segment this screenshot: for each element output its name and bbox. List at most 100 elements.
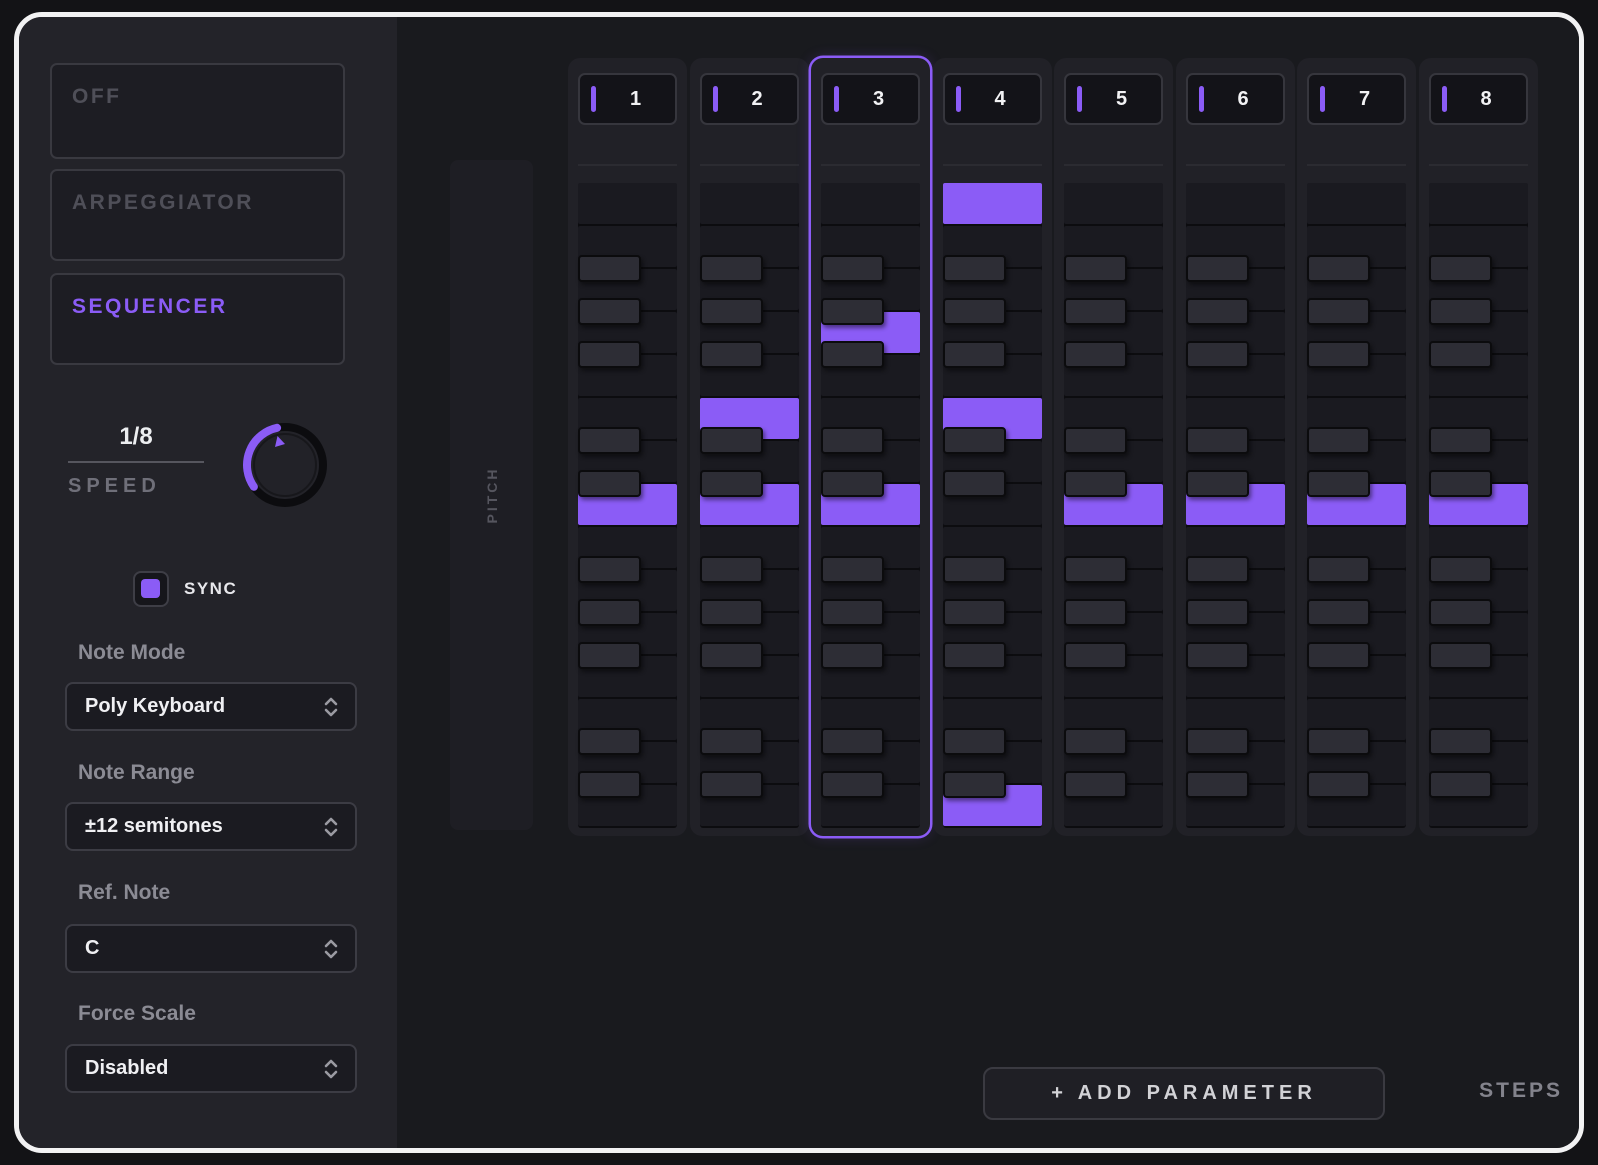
black-key-Fsharp-4[interactable]: [1064, 341, 1127, 368]
mode-button-sequencer[interactable]: SEQUENCER: [50, 273, 345, 365]
white-key-C-1[interactable]: [1064, 183, 1163, 224]
black-key-Asharp-2[interactable]: [700, 255, 763, 282]
step-header-button-3[interactable]: 3: [821, 73, 920, 125]
black-key-Asharp-9[interactable]: [1429, 556, 1492, 583]
black-key-Asharp-2[interactable]: [943, 255, 1006, 282]
steps-decrement-button[interactable]: [1581, 1067, 1584, 1116]
black-key-Dsharp-6[interactable]: [1064, 427, 1127, 454]
black-key-Gsharp-10[interactable]: [821, 599, 884, 626]
white-key-C-1[interactable]: [1429, 183, 1528, 224]
black-key-Csharp-7[interactable]: [821, 470, 884, 497]
black-key-Asharp-9[interactable]: [1186, 556, 1249, 583]
black-key-Asharp-9[interactable]: [1307, 556, 1370, 583]
add-parameter-button[interactable]: + ADD PARAMETER: [983, 1067, 1385, 1120]
black-key-Gsharp-10[interactable]: [1307, 599, 1370, 626]
black-key-Asharp-2[interactable]: [1429, 255, 1492, 282]
black-key-Asharp-2[interactable]: [1307, 255, 1370, 282]
step-header-button-2[interactable]: 2: [700, 73, 799, 125]
black-key-Csharp-14[interactable]: [1186, 771, 1249, 798]
black-key-Fsharp-4[interactable]: [943, 341, 1006, 368]
black-key-Fsharp-11[interactable]: [1429, 642, 1492, 669]
black-key-Gsharp-10[interactable]: [943, 599, 1006, 626]
black-key-Csharp-7[interactable]: [1186, 470, 1249, 497]
black-key-Dsharp-13[interactable]: [1307, 728, 1370, 755]
black-key-Csharp-14[interactable]: [1064, 771, 1127, 798]
black-key-Dsharp-13[interactable]: [700, 728, 763, 755]
black-key-Asharp-9[interactable]: [943, 556, 1006, 583]
black-key-Gsharp-10[interactable]: [1429, 599, 1492, 626]
black-key-Gsharp-3[interactable]: [578, 298, 641, 325]
black-key-Fsharp-11[interactable]: [821, 642, 884, 669]
step-header-button-4[interactable]: 4: [943, 73, 1042, 125]
black-key-Fsharp-11[interactable]: [943, 642, 1006, 669]
white-key-C-1[interactable]: [700, 183, 799, 224]
black-key-Asharp-2[interactable]: [1064, 255, 1127, 282]
black-key-Asharp-2[interactable]: [821, 255, 884, 282]
speed-knob[interactable]: [235, 415, 335, 515]
black-key-Csharp-7[interactable]: [1064, 470, 1127, 497]
black-key-Fsharp-4[interactable]: [1307, 341, 1370, 368]
black-key-Gsharp-10[interactable]: [1186, 599, 1249, 626]
black-key-Csharp-7[interactable]: [1429, 470, 1492, 497]
black-key-Dsharp-6[interactable]: [1186, 427, 1249, 454]
black-key-Gsharp-10[interactable]: [700, 599, 763, 626]
white-key-C-1[interactable]: [1307, 183, 1406, 224]
note-mode-dropdown[interactable]: Poly Keyboard: [65, 682, 357, 731]
black-key-Gsharp-3[interactable]: [1186, 298, 1249, 325]
black-key-Csharp-14[interactable]: [821, 771, 884, 798]
black-key-Dsharp-6[interactable]: [700, 427, 763, 454]
black-key-Fsharp-4[interactable]: [1429, 341, 1492, 368]
black-key-Gsharp-3[interactable]: [1064, 298, 1127, 325]
black-key-Dsharp-13[interactable]: [1186, 728, 1249, 755]
black-key-Csharp-14[interactable]: [578, 771, 641, 798]
black-key-Dsharp-13[interactable]: [1429, 728, 1492, 755]
black-key-Dsharp-13[interactable]: [821, 728, 884, 755]
black-key-Csharp-14[interactable]: [700, 771, 763, 798]
force-scale-dropdown[interactable]: Disabled: [65, 1044, 357, 1093]
black-key-Asharp-9[interactable]: [821, 556, 884, 583]
black-key-Dsharp-13[interactable]: [578, 728, 641, 755]
note-range-dropdown[interactable]: ±12 semitones: [65, 802, 357, 851]
ref-note-dropdown[interactable]: C: [65, 924, 357, 973]
mode-button-off[interactable]: OFF: [50, 63, 345, 159]
black-key-Dsharp-6[interactable]: [821, 427, 884, 454]
black-key-Dsharp-6[interactable]: [578, 427, 641, 454]
black-key-Csharp-7[interactable]: [578, 470, 641, 497]
black-key-Fsharp-4[interactable]: [578, 341, 641, 368]
black-key-Csharp-14[interactable]: [1429, 771, 1492, 798]
black-key-Fsharp-11[interactable]: [578, 642, 641, 669]
black-key-Fsharp-11[interactable]: [1064, 642, 1127, 669]
step-header-button-5[interactable]: 5: [1064, 73, 1163, 125]
black-key-Csharp-7[interactable]: [1307, 470, 1370, 497]
black-key-Gsharp-3[interactable]: [1307, 298, 1370, 325]
black-key-Fsharp-11[interactable]: [1186, 642, 1249, 669]
black-key-Csharp-14[interactable]: [943, 771, 1006, 798]
black-key-Fsharp-11[interactable]: [1307, 642, 1370, 669]
black-key-Csharp-7[interactable]: [943, 470, 1006, 497]
black-key-Dsharp-13[interactable]: [943, 728, 1006, 755]
black-key-Asharp-9[interactable]: [1064, 556, 1127, 583]
black-key-Fsharp-4[interactable]: [821, 341, 884, 368]
sync-checkbox[interactable]: [133, 571, 169, 607]
white-key-C-1[interactable]: [578, 183, 677, 224]
black-key-Fsharp-11[interactable]: [700, 642, 763, 669]
white-key-C-1[interactable]: [821, 183, 920, 224]
black-key-Asharp-9[interactable]: [700, 556, 763, 583]
step-header-button-8[interactable]: 8: [1429, 73, 1528, 125]
step-header-button-6[interactable]: 6: [1186, 73, 1285, 125]
black-key-Dsharp-13[interactable]: [1064, 728, 1127, 755]
black-key-Asharp-2[interactable]: [578, 255, 641, 282]
black-key-Gsharp-3[interactable]: [1429, 298, 1492, 325]
black-key-Gsharp-10[interactable]: [578, 599, 641, 626]
black-key-Gsharp-3[interactable]: [700, 298, 763, 325]
black-key-Dsharp-6[interactable]: [943, 427, 1006, 454]
black-key-Asharp-2[interactable]: [1186, 255, 1249, 282]
black-key-Gsharp-3[interactable]: [943, 298, 1006, 325]
step-header-button-7[interactable]: 7: [1307, 73, 1406, 125]
black-key-Asharp-9[interactable]: [578, 556, 641, 583]
white-key-C-1[interactable]: [1186, 183, 1285, 224]
black-key-Fsharp-4[interactable]: [1186, 341, 1249, 368]
step-header-button-1[interactable]: 1: [578, 73, 677, 125]
black-key-Gsharp-10[interactable]: [1064, 599, 1127, 626]
black-key-Dsharp-6[interactable]: [1429, 427, 1492, 454]
